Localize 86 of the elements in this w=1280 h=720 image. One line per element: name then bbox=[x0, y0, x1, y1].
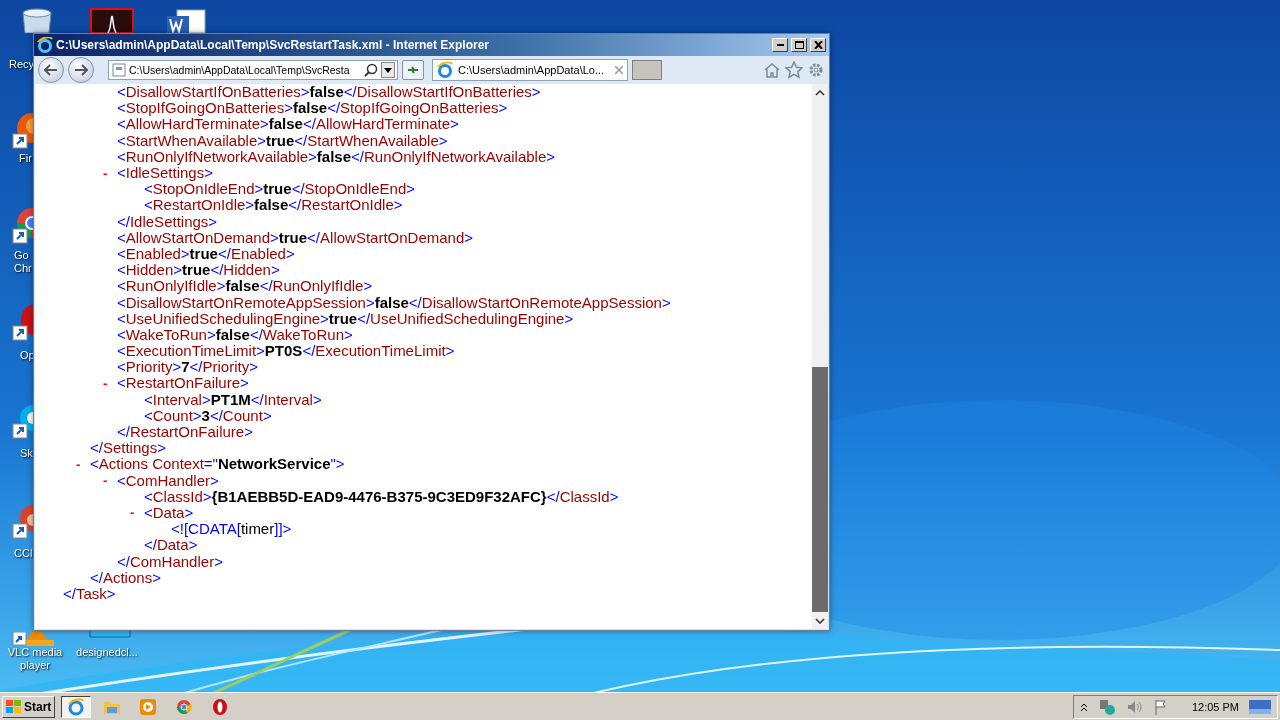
chevron-up-icon bbox=[815, 89, 825, 96]
refresh-button[interactable] bbox=[402, 60, 424, 80]
xml-line: <RestartOnIdle>false</RestartOnIdle> bbox=[144, 197, 403, 214]
xml-line: <AllowHardTerminate>false</AllowHardTerminate> bbox=[117, 116, 459, 133]
icon-label: Go Chr bbox=[14, 249, 32, 275]
xml-line: <StopIfGoingOnBatteries>false</StopIfGoingOnBatteries> bbox=[117, 100, 508, 117]
collapse-toggle[interactable]: - bbox=[76, 456, 90, 472]
xml-line: <DisallowStartOnRemoteAppSession>false</DisallowStartOnRemoteAppSession> bbox=[117, 294, 671, 311]
show-desktop-icon[interactable] bbox=[1249, 698, 1271, 715]
collapse-toggle[interactable]: - bbox=[103, 375, 117, 391]
settings-icon[interactable] bbox=[807, 61, 825, 79]
xml-line: </Actions> bbox=[90, 569, 161, 586]
windows-logo-icon bbox=[6, 699, 22, 714]
document-icon[interactable] bbox=[90, 8, 134, 33]
window-title: C:\Users\admin\AppData\Local\Temp\SvcRestartTask.xml - Internet Explorer bbox=[56, 38, 490, 52]
chevron-down-icon bbox=[815, 617, 825, 624]
browser-icon bbox=[212, 697, 229, 716]
close-button[interactable] bbox=[810, 38, 826, 52]
browser-icon bbox=[67, 697, 86, 716]
maximize-button[interactable] bbox=[791, 38, 807, 52]
xml-line: <Interval>PT1M</Interval> bbox=[144, 391, 322, 408]
taskbar-app-button[interactable] bbox=[61, 695, 92, 718]
browser-logo-icon bbox=[37, 37, 53, 53]
xml-line: <StartWhenAvailable>true</StartWhenAvailable> bbox=[117, 132, 448, 149]
maximize-icon bbox=[794, 41, 804, 49]
close-icon[interactable] bbox=[615, 66, 623, 74]
arrow-left-icon bbox=[44, 64, 58, 76]
xml-line: <Actions Context="NetworkService"> bbox=[90, 456, 345, 473]
browser-logo-icon bbox=[437, 62, 453, 78]
close-icon bbox=[813, 41, 823, 49]
document-icon[interactable] bbox=[165, 8, 209, 33]
browser-shortcut-icon[interactable] bbox=[12, 302, 33, 342]
xml-line: <Count>3</Count> bbox=[144, 407, 272, 424]
scrollbar[interactable] bbox=[812, 84, 828, 629]
xml-line: </Data> bbox=[144, 537, 198, 554]
xml-line: </IdleSettings> bbox=[117, 213, 218, 230]
xml-line: <UseUnifiedSchedulingEngine>true</UseUnifiedSchedulingEngine> bbox=[117, 310, 574, 327]
page-icon bbox=[112, 63, 126, 77]
collapse-toggle[interactable]: - bbox=[103, 165, 117, 181]
back-button[interactable] bbox=[38, 57, 64, 83]
xml-line: <DisallowStartIfOnBatteries>false</DisallowStartIfOnBatteries> bbox=[117, 84, 541, 101]
xml-line: <Priority>7</Priority> bbox=[117, 359, 258, 376]
browser-tab[interactable]: C:\Users\admin\AppData\Lo... bbox=[432, 59, 628, 81]
collapse-toggle[interactable]: - bbox=[103, 473, 117, 489]
arrow-right-icon bbox=[74, 64, 88, 76]
xml-line: <ExecutionTimeLimit>PT0S</ExecutionTimeLimit> bbox=[117, 343, 455, 360]
start-button[interactable]: Start bbox=[2, 695, 56, 718]
xml-line: <StopOnIdleEnd>true</StopOnIdleEnd> bbox=[144, 181, 416, 198]
xml-line: <AllowStartOnDemand>true</AllowStartOnDemand> bbox=[117, 229, 474, 246]
home-icon[interactable] bbox=[763, 62, 781, 78]
xml-line: </Task> bbox=[63, 585, 116, 602]
media-player-shortcut-icon[interactable] bbox=[12, 632, 56, 646]
xml-line: </ComHandler> bbox=[117, 553, 223, 570]
chevron-up-icon[interactable] bbox=[1079, 701, 1088, 712]
minimize-button[interactable] bbox=[772, 38, 788, 52]
icon-label: Fir bbox=[19, 152, 32, 165]
xml-line: </RestartOnFailure> bbox=[117, 424, 253, 441]
xml-line: <Enabled>true</Enabled> bbox=[117, 245, 295, 262]
icon-label: CCl bbox=[14, 547, 33, 560]
star-icon[interactable] bbox=[785, 61, 803, 79]
icon-label: Sk bbox=[20, 447, 33, 460]
minimize-icon bbox=[776, 44, 784, 46]
xml-line: <Hidden>true</Hidden> bbox=[117, 262, 280, 279]
forward-button[interactable] bbox=[68, 57, 94, 83]
xml-line: <ClassId>{B1AEBB5D-EAD9-4476-B375-9C3ED9F32AFC}</ClassId> bbox=[144, 488, 619, 505]
scroll-thumb[interactable] bbox=[812, 367, 828, 612]
search-icon[interactable] bbox=[364, 63, 378, 77]
xml-line: <Data> bbox=[144, 504, 194, 521]
address-field[interactable]: C:\Users\admin\AppData\Local\Temp\SvcResta bbox=[108, 60, 398, 80]
icon-label: designedcl... bbox=[75, 646, 139, 659]
icon-label: VLC media player bbox=[6, 646, 64, 672]
xml-line: <RunOnlyIfNetworkAvailable>false</RunOnlyIfNetworkAvailable> bbox=[117, 148, 556, 165]
icon-label: Recy bbox=[9, 58, 35, 71]
xml-line: <RunOnlyIfIdle>false</RunOnlyIfIdle> bbox=[117, 278, 373, 295]
network-icon[interactable] bbox=[1097, 698, 1116, 715]
xml-line: <ComHandler> bbox=[117, 472, 219, 489]
xml-line: <RestartOnFailure> bbox=[117, 375, 249, 392]
xml-line: <![CDATA[timer]]> bbox=[171, 521, 292, 538]
xml-line: </Settings> bbox=[90, 440, 166, 457]
play-icon bbox=[139, 697, 158, 716]
clock[interactable]: 12:05 PM bbox=[1191, 700, 1239, 713]
dropdown-icon[interactable] bbox=[381, 62, 395, 78]
xml-line: <WakeToRun>false</WakeToRun> bbox=[117, 326, 353, 343]
xml-line: <IdleSettings> bbox=[117, 165, 213, 182]
browser-icon bbox=[176, 698, 193, 715]
collapse-toggle[interactable]: - bbox=[130, 505, 144, 521]
